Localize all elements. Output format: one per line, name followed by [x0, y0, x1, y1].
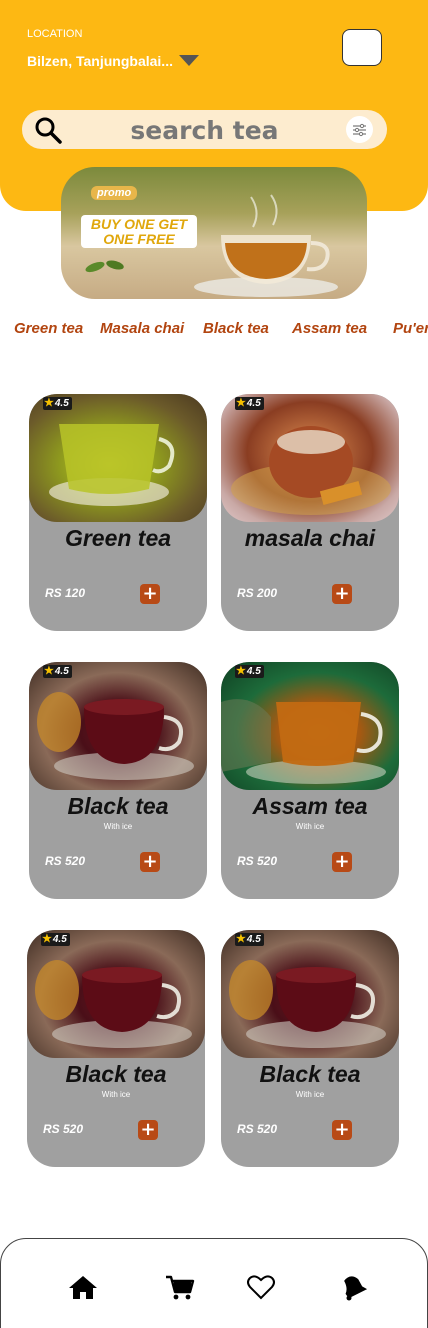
product-price: RS 520: [237, 1122, 278, 1136]
product-subtitle: With ice: [103, 822, 133, 831]
green-tea-cup-image: [49, 424, 175, 506]
product-name: Assam tea: [252, 793, 368, 819]
product-image: [29, 394, 207, 522]
product-price: RS 520: [237, 854, 278, 868]
rating-value: 4.5: [52, 934, 67, 945]
product-name: Black tea: [67, 793, 169, 819]
add-to-cart-button[interactable]: +: [140, 852, 160, 872]
black-tea-cup-image: [229, 960, 386, 1048]
product-price: RS 200: [237, 586, 278, 600]
product-card[interactable]: ★ 4.5 masala chai RS 200 +: [221, 394, 399, 631]
product-card[interactable]: ★ 4.5 Black tea With ice RS 520 +: [29, 662, 207, 899]
product-subtitle: With ice: [101, 1090, 131, 1099]
home-icon[interactable]: [67, 1273, 99, 1301]
rating-value: 4.5: [54, 398, 69, 409]
promo-banner[interactable]: promo BUY ONE GET ONE FREE: [61, 167, 367, 299]
product-price: RS 520: [45, 854, 86, 868]
category-assam-tea[interactable]: Assam tea: [292, 320, 367, 337]
black-tea-cup-image: [37, 692, 194, 780]
triangle-down-icon[interactable]: [179, 55, 199, 66]
star-icon: ★: [236, 665, 246, 677]
product-card[interactable]: ★ 4.5 Black tea With ice RS 520 +: [221, 930, 399, 1167]
product-subtitle: With ice: [295, 1090, 325, 1099]
rating-badge: ★ 4.5: [43, 397, 72, 410]
rating-value: 4.5: [54, 666, 69, 677]
rating-badge: ★ 4.5: [235, 665, 264, 678]
location-label: LOCATION: [27, 28, 83, 40]
location-value[interactable]: Bilzen, Tanjungbalai...: [27, 53, 173, 69]
rating-badge: ★ 4.5: [43, 665, 72, 678]
add-to-cart-button[interactable]: +: [332, 852, 352, 872]
star-icon: ★: [42, 933, 52, 945]
sliders-icon: [353, 123, 366, 137]
rating-badge: ★ 4.5: [235, 933, 264, 946]
product-card[interactable]: ★ 4.5 Green tea RS 120 +: [29, 394, 207, 631]
rating-value: 4.5: [246, 398, 261, 409]
masala-chai-cup-image: [231, 426, 391, 515]
product-image: [221, 394, 399, 522]
category-list: Green tea Masala chai Black tea Assam te…: [0, 320, 428, 344]
product-name: Green tea: [64, 525, 172, 551]
tea-cup-image: [194, 194, 338, 297]
profile-button[interactable]: [342, 29, 382, 66]
star-icon: ★: [236, 397, 246, 409]
heart-icon[interactable]: [245, 1273, 277, 1301]
product-card[interactable]: ★ 4.5 Assam tea With ice RS 520 +: [221, 662, 399, 899]
star-icon: ★: [44, 665, 54, 677]
product-name: masala chai: [244, 525, 376, 551]
bottom-nav: [0, 1238, 428, 1328]
search-input[interactable]: search tea: [22, 116, 387, 145]
add-to-cart-button[interactable]: +: [140, 584, 160, 604]
product-name: Black tea: [65, 1061, 167, 1087]
black-tea-cup-image: [35, 960, 192, 1048]
product-image: [29, 662, 207, 790]
add-to-cart-button[interactable]: +: [138, 1120, 158, 1140]
product-price: RS 520: [43, 1122, 84, 1136]
add-to-cart-button[interactable]: +: [332, 584, 352, 604]
leaves-decoration: [85, 260, 124, 273]
filter-button[interactable]: [346, 116, 373, 143]
product-image: [221, 930, 399, 1058]
category-green-tea[interactable]: Green tea: [14, 320, 83, 337]
rating-value: 4.5: [246, 934, 261, 945]
category-black-tea[interactable]: Black tea: [203, 320, 269, 337]
product-price: RS 120: [45, 586, 86, 600]
bell-icon[interactable]: [336, 1273, 368, 1301]
product-card[interactable]: ★ 4.5 Black tea With ice RS 520 +: [27, 930, 205, 1167]
add-to-cart-button[interactable]: +: [332, 1120, 352, 1140]
rating-value: 4.5: [246, 666, 261, 677]
assam-tea-cup-image: [221, 699, 386, 784]
product-image: [221, 662, 399, 790]
product-image: [27, 930, 205, 1058]
category-puer[interactable]: Pu'er: [393, 320, 428, 337]
promo-text: BUY ONE GET ONE FREE: [81, 215, 197, 248]
rating-badge: ★ 4.5: [235, 397, 264, 410]
product-subtitle: With ice: [295, 822, 325, 831]
category-masala-chai[interactable]: Masala chai: [100, 320, 184, 337]
cart-icon[interactable]: [164, 1273, 196, 1301]
promo-badge: promo: [91, 186, 138, 200]
star-icon: ★: [44, 397, 54, 409]
rating-badge: ★ 4.5: [41, 933, 70, 946]
search-bar[interactable]: search tea: [22, 110, 387, 149]
product-name: Black tea: [259, 1061, 361, 1087]
star-icon: ★: [236, 933, 246, 945]
